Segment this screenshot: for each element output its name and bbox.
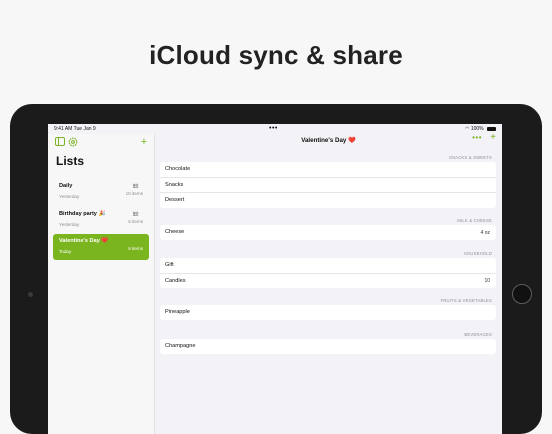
list-item-count: 8 items — [128, 246, 143, 251]
sidebar-toolbar: + — [55, 137, 149, 149]
item-name: Champagne — [165, 343, 196, 349]
item-name: Chocolate — [165, 166, 191, 172]
item-name: Dessert — [165, 197, 185, 203]
item-name: Snacks — [165, 181, 184, 188]
item-name: Gift — [165, 262, 174, 268]
status-time: 9:41 AM Tue Jan 9 — [54, 126, 96, 132]
section-card: Pineapple — [160, 305, 496, 320]
item-name: Candles — [165, 277, 186, 284]
section-header: BEVERAGES — [464, 332, 492, 337]
section-card: Gift Candles 10 — [160, 258, 496, 288]
list-name: Valentine's Day ❤️ — [59, 238, 109, 244]
battery-icon — [487, 126, 496, 131]
section-card: Champagne — [160, 339, 496, 354]
item-name: Pineapple — [165, 309, 190, 315]
add-list-icon[interactable]: + — [139, 137, 149, 148]
list-detail: Valentine's Day ❤️ ••• + SNACKS & SWEETS… — [155, 132, 502, 434]
list-date: Today — [59, 249, 72, 254]
home-button[interactable] — [512, 284, 532, 304]
list-item[interactable]: Chocolate — [160, 162, 496, 178]
wifi-icon: ◠ — [465, 126, 470, 132]
front-camera — [28, 292, 33, 297]
list-row[interactable]: Valentine's Day ❤️ Today 8 items — [53, 234, 149, 260]
ipad-device: 9:41 AM Tue Jan 9 ••• ◠ 100% + Lists Dai… — [10, 104, 542, 434]
list-name: Daily — [59, 183, 73, 189]
list-item[interactable]: Pineapple — [160, 305, 496, 320]
section-header: HOUSEHOLD — [463, 251, 492, 256]
sidebar: + Lists Daily Yesterday 10 items 👥 Birthday … — [48, 134, 155, 434]
list-date: Yesterday — [59, 194, 80, 199]
battery-label: 100% — [470, 126, 484, 132]
section-header: MILK & CHEESE — [457, 218, 492, 223]
lists-title: Lists — [56, 154, 85, 168]
list-item-count: 6 items — [128, 219, 143, 224]
section-card: Cheese 4 oz — [160, 225, 496, 240]
section-header: FRUITS & VEGETABLES — [440, 298, 492, 303]
status-bar: 9:41 AM Tue Jan 9 ••• ◠ 100% — [48, 124, 502, 134]
list-item[interactable]: Snacks — [160, 178, 496, 193]
list-item-count: 10 items — [125, 191, 143, 196]
list-item[interactable]: Champagne — [160, 339, 496, 354]
list-item[interactable]: Dessert — [160, 193, 496, 208]
shared-people-icon: 👥 — [132, 211, 139, 217]
multitask-dots[interactable]: ••• — [269, 124, 278, 134]
section-header: SNACKS & SWEETS — [448, 155, 492, 160]
section-card: Chocolate Snacks Dessert — [160, 162, 496, 208]
item-quantity: 10 — [484, 278, 490, 284]
sidebar-toggle-icon[interactable] — [55, 137, 65, 147]
headline: iCloud sync & share — [149, 40, 403, 70]
list-item[interactable]: Cheese 4 oz — [160, 225, 496, 240]
list-item[interactable]: Gift — [160, 258, 496, 274]
settings-gear-icon[interactable] — [68, 137, 78, 147]
more-options-icon[interactable]: ••• — [472, 133, 482, 142]
add-item-icon[interactable]: + — [490, 132, 496, 143]
list-date: Yesterday — [59, 222, 80, 227]
list-item[interactable]: Candles 10 — [160, 274, 496, 289]
item-quantity: 4 oz — [480, 229, 490, 236]
list-title: Valentine's Day ❤️ — [301, 137, 356, 144]
list-name: Birthday party 🎉 — [59, 211, 106, 217]
item-name: Cheese — [165, 229, 185, 235]
shared-people-icon: 👥 — [132, 183, 139, 189]
screen: 9:41 AM Tue Jan 9 ••• ◠ 100% + Lists Dai… — [48, 124, 502, 434]
list-row[interactable]: Daily Yesterday 10 items 👥 — [53, 179, 149, 205]
list-row[interactable]: Birthday party 🎉 Yesterday 6 items 👥 — [53, 207, 149, 233]
